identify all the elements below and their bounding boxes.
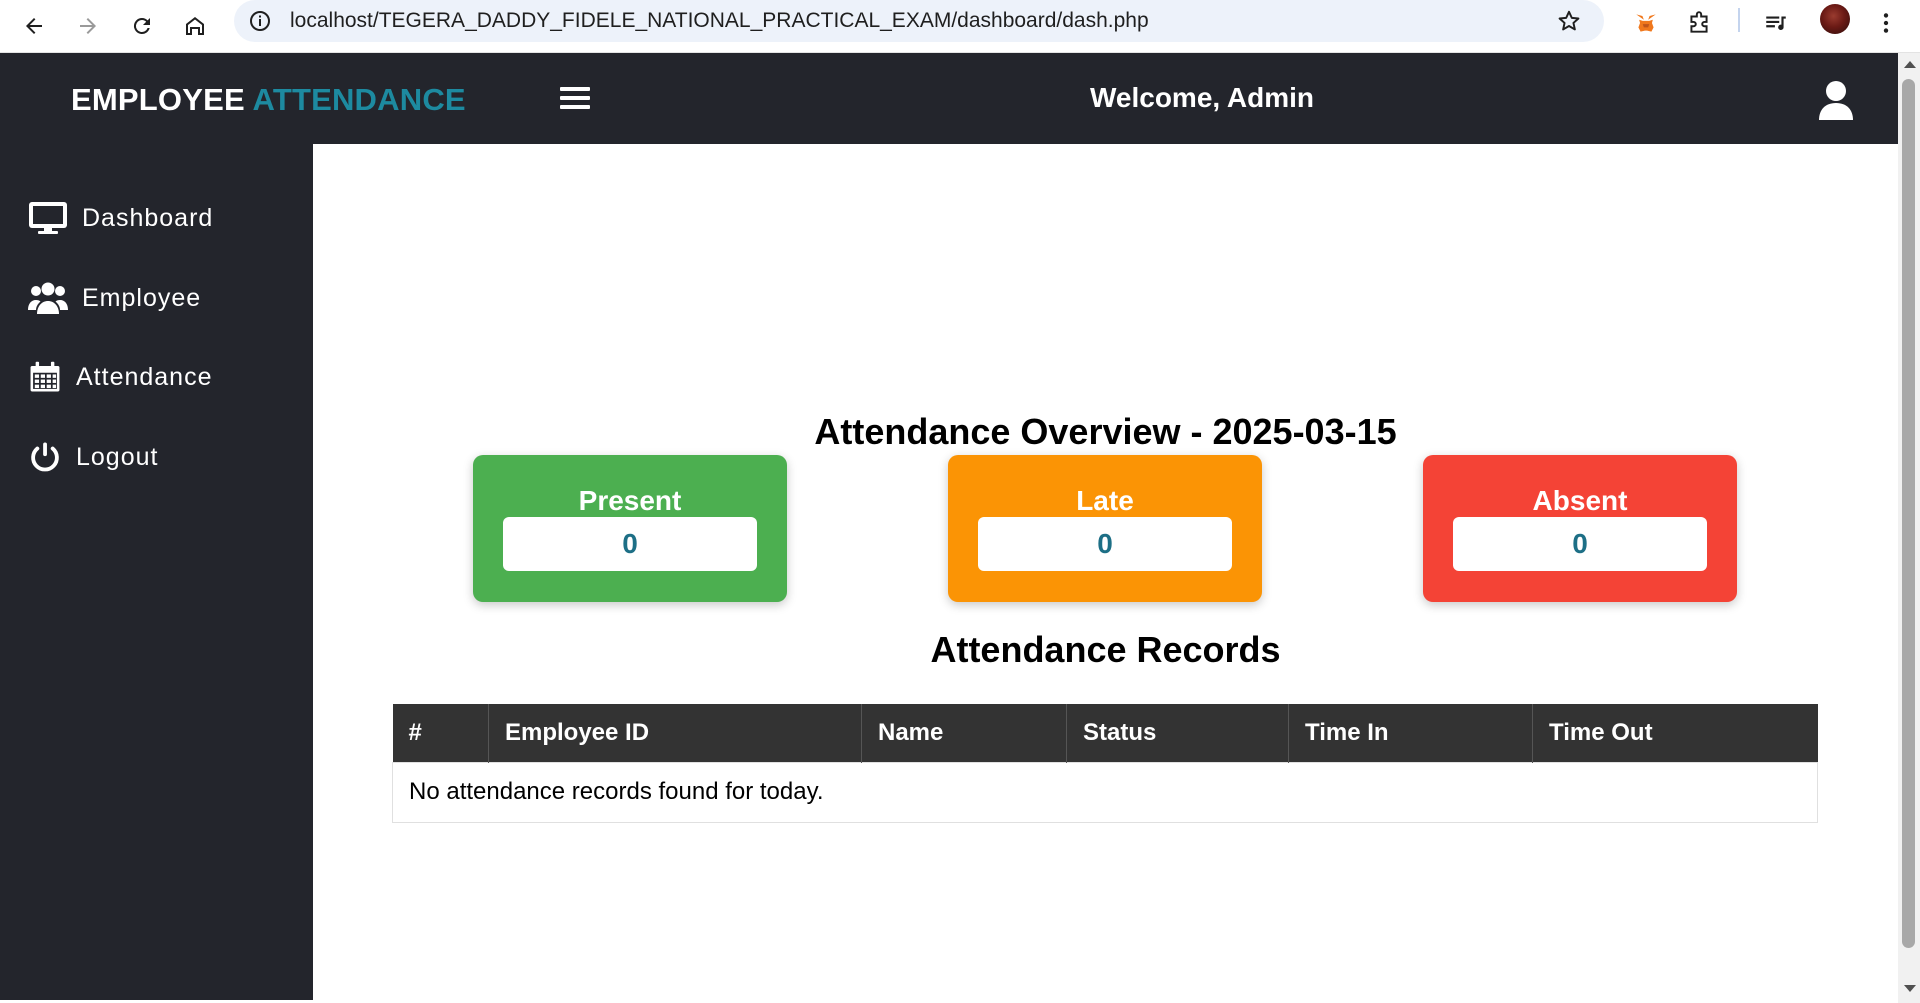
user-icon[interactable] [1818,80,1854,122]
calendar-icon [30,361,60,392]
reload-icon [133,17,150,34]
brand-primary-text: EMPLOYEE [71,82,245,117]
app-header: EMPLOYEE ATTENDANCE Welcome, Admin [0,53,1898,144]
playlist-icon [1766,16,1786,31]
attendance-table: # Employee ID Name Status Time In Time O… [392,704,1818,823]
browser-toolbar: localhost/TEGERA_DADDY_FIDELE_NATIONAL_P… [0,0,1920,53]
scroll-up-arrow-icon[interactable] [1904,61,1916,68]
late-count: 0 [978,517,1232,571]
brand-logo[interactable]: EMPLOYEE ATTENDANCE [71,82,466,118]
records-title: Attendance Records [930,629,1281,670]
home-button[interactable] [175,6,215,46]
table-header-row: # Employee ID Name Status Time In Time O… [392,704,1818,762]
media-control-button[interactable] [1758,5,1794,41]
empty-message: No attendance records found for today. [392,761,1818,823]
profile-avatar[interactable] [1820,4,1850,34]
sidebar-item-label: Attendance [76,362,213,391]
forward-button[interactable] [68,6,108,46]
page-scrollbar[interactable] [1898,53,1920,1003]
home-icon [186,17,204,35]
column-header-name: Name [861,704,1067,762]
reload-button[interactable] [122,6,162,46]
sidebar-item-dashboard[interactable]: Dashboard [28,193,213,243]
sidebar-item-label: Logout [76,442,159,471]
overview-title: Attendance Overview - 2025-03-15 [814,411,1397,452]
sidebar-item-logout[interactable]: Logout [28,432,158,482]
column-header-employee-id: Employee ID [488,704,862,762]
extensions-button[interactable] [1681,5,1717,41]
column-header-status: Status [1066,704,1289,762]
column-header-time-in: Time In [1288,704,1533,762]
more-vert-icon [1883,13,1889,33]
browser-menu-button[interactable] [1868,5,1904,41]
late-card: Late 0 [948,455,1262,602]
sidebar-item-attendance[interactable]: Attendance [28,352,213,402]
column-header-number: # [392,704,489,762]
table-body: No attendance records found for today. [392,761,1818,823]
sidebar-item-employee[interactable]: Employee [28,273,201,323]
url-text[interactable]: localhost/TEGERA_DADDY_FIDELE_NATIONAL_P… [290,9,1149,33]
absent-card: Absent 0 [1423,455,1737,602]
bookmark-star-icon[interactable] [1556,8,1582,34]
sidebar-item-label: Employee [82,283,202,312]
scrollbar-thumb[interactable] [1902,79,1915,948]
table-header: # Employee ID Name Status Time In Time O… [392,704,1818,762]
hamburger-menu-icon[interactable] [560,84,590,112]
metamask-extension-button[interactable] [1628,5,1664,41]
power-icon [31,442,59,472]
present-card: Present 0 [473,455,787,602]
sidebar-item-label: Dashboard [82,203,214,232]
sidebar: Dashboard Employee Attendance Logout [0,144,313,1000]
absent-label: Absent [1532,485,1628,516]
main-content: Attendance Overview - 2025-03-15 Present… [313,144,1898,1000]
site-info-icon[interactable] [248,9,272,33]
fox-icon [1636,14,1656,32]
back-button[interactable] [14,6,54,46]
present-label: Present [578,485,682,516]
table-row: No attendance records found for today. [392,761,1818,823]
toolbar-divider [1738,8,1740,32]
address-bar[interactable]: localhost/TEGERA_DADDY_FIDELE_NATIONAL_P… [234,0,1604,42]
absent-count: 0 [1453,517,1707,571]
back-arrow-icon [26,18,42,34]
forward-arrow-icon [80,18,96,34]
column-header-time-out: Time Out [1532,704,1818,762]
users-icon [28,282,68,314]
present-count: 0 [503,517,757,571]
late-label: Late [1076,485,1134,516]
monitor-icon [29,202,67,234]
brand-accent-text: ATTENDANCE [252,82,466,117]
scroll-down-arrow-icon[interactable] [1904,985,1916,992]
puzzle-icon [1690,11,1708,33]
